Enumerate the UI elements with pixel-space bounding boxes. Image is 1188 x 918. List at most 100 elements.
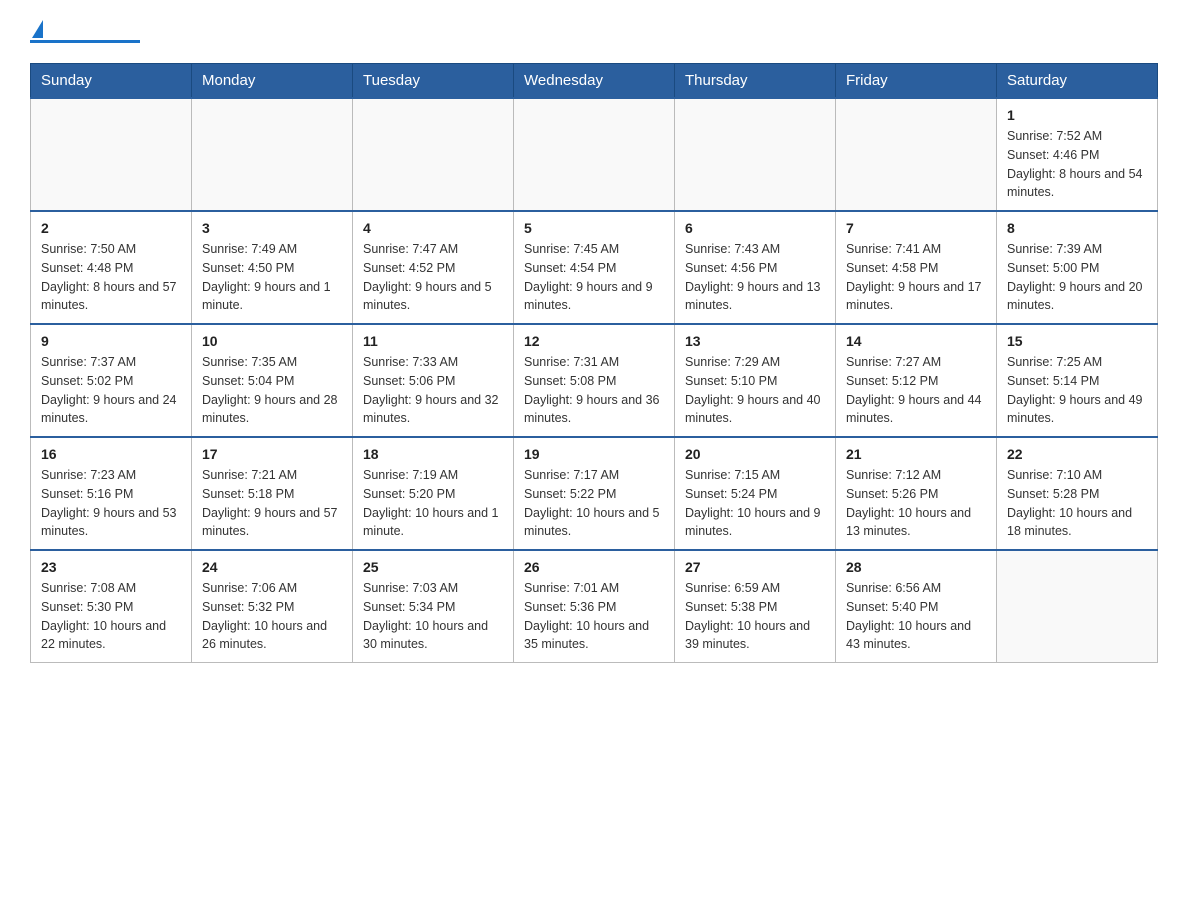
calendar-cell [353,98,514,211]
day-info: Sunrise: 6:59 AMSunset: 5:38 PMDaylight:… [685,579,825,654]
day-of-week-header: Sunday [31,64,192,99]
day-info: Sunrise: 7:01 AMSunset: 5:36 PMDaylight:… [524,579,664,654]
day-number: 13 [685,333,825,349]
calendar-cell: 1 Sunrise: 7:52 AMSunset: 4:46 PMDaylight… [997,98,1158,211]
calendar-cell: 19 Sunrise: 7:17 AMSunset: 5:22 PMDayligh… [514,437,675,550]
day-number: 20 [685,446,825,462]
day-of-week-header: Monday [192,64,353,99]
day-info: Sunrise: 7:52 AMSunset: 4:46 PMDaylight:… [1007,127,1147,202]
day-info: Sunrise: 7:23 AMSunset: 5:16 PMDaylight:… [41,466,181,541]
calendar-cell: 16 Sunrise: 7:23 AMSunset: 5:16 PMDayligh… [31,437,192,550]
calendar-cell: 21 Sunrise: 7:12 AMSunset: 5:26 PMDayligh… [836,437,997,550]
day-number: 22 [1007,446,1147,462]
day-number: 8 [1007,220,1147,236]
day-of-week-header: Friday [836,64,997,99]
day-info: Sunrise: 7:37 AMSunset: 5:02 PMDaylight:… [41,353,181,428]
day-info: Sunrise: 7:08 AMSunset: 5:30 PMDaylight:… [41,579,181,654]
page-header [30,20,1158,43]
day-number: 23 [41,559,181,575]
calendar-cell: 22 Sunrise: 7:10 AMSunset: 5:28 PMDayligh… [997,437,1158,550]
calendar-cell [675,98,836,211]
calendar-cell: 23 Sunrise: 7:08 AMSunset: 5:30 PMDayligh… [31,550,192,663]
week-row: 23 Sunrise: 7:08 AMSunset: 5:30 PMDayligh… [31,550,1158,663]
day-of-week-header: Saturday [997,64,1158,99]
calendar-cell: 18 Sunrise: 7:19 AMSunset: 5:20 PMDayligh… [353,437,514,550]
day-number: 14 [846,333,986,349]
day-info: Sunrise: 7:17 AMSunset: 5:22 PMDaylight:… [524,466,664,541]
calendar-cell: 24Sunrise: 7:06 AMSunset: 5:32 PMDayligh… [192,550,353,663]
day-info: Sunrise: 7:31 AMSunset: 5:08 PMDaylight:… [524,353,664,428]
day-info: Sunrise: 7:41 AMSunset: 4:58 PMDaylight:… [846,240,986,315]
day-number: 15 [1007,333,1147,349]
day-info: Sunrise: 7:15 AMSunset: 5:24 PMDaylight:… [685,466,825,541]
day-info: Sunrise: 7:03 AMSunset: 5:34 PMDaylight:… [363,579,503,654]
day-info: Sunrise: 7:27 AMSunset: 5:12 PMDaylight:… [846,353,986,428]
day-info: Sunrise: 7:21 AMSunset: 5:18 PMDaylight:… [202,466,342,541]
calendar-cell: 12 Sunrise: 7:31 AMSunset: 5:08 PMDayligh… [514,324,675,437]
calendar-cell [997,550,1158,663]
day-number: 27 [685,559,825,575]
day-info: Sunrise: 7:19 AMSunset: 5:20 PMDaylight:… [363,466,503,541]
day-of-week-header: Wednesday [514,64,675,99]
calendar-cell: 13 Sunrise: 7:29 AMSunset: 5:10 PMDayligh… [675,324,836,437]
day-info: Sunrise: 7:47 AMSunset: 4:52 PMDaylight:… [363,240,503,315]
calendar-cell: 20 Sunrise: 7:15 AMSunset: 5:24 PMDayligh… [675,437,836,550]
day-number: 25 [363,559,503,575]
day-number: 2 [41,220,181,236]
day-number: 4 [363,220,503,236]
day-number: 1 [1007,107,1147,123]
calendar-cell: 2 Sunrise: 7:50 AMSunset: 4:48 PMDaylight… [31,211,192,324]
calendar-cell [192,98,353,211]
calendar-cell: 7 Sunrise: 7:41 AMSunset: 4:58 PMDaylight… [836,211,997,324]
calendar-cell: 17 Sunrise: 7:21 AMSunset: 5:18 PMDayligh… [192,437,353,550]
calendar-cell: 11Sunrise: 7:33 AMSunset: 5:06 PMDayligh… [353,324,514,437]
day-number: 21 [846,446,986,462]
day-number: 16 [41,446,181,462]
week-row: 16 Sunrise: 7:23 AMSunset: 5:16 PMDayligh… [31,437,1158,550]
days-header-row: SundayMondayTuesdayWednesdayThursdayFrid… [31,64,1158,99]
day-number: 3 [202,220,342,236]
calendar-cell: 25 Sunrise: 7:03 AMSunset: 5:34 PMDayligh… [353,550,514,663]
day-number: 12 [524,333,664,349]
day-info: Sunrise: 7:29 AMSunset: 5:10 PMDaylight:… [685,353,825,428]
calendar-cell: 5Sunrise: 7:45 AMSunset: 4:54 PMDaylight… [514,211,675,324]
week-row: 1 Sunrise: 7:52 AMSunset: 4:46 PMDaylight… [31,98,1158,211]
calendar-table: SundayMondayTuesdayWednesdayThursdayFrid… [30,63,1158,663]
day-of-week-header: Tuesday [353,64,514,99]
day-info: Sunrise: 7:50 AMSunset: 4:48 PMDaylight:… [41,240,181,315]
calendar-cell: 28Sunrise: 6:56 AMSunset: 5:40 PMDayligh… [836,550,997,663]
calendar-cell: 8 Sunrise: 7:39 AMSunset: 5:00 PMDaylight… [997,211,1158,324]
day-number: 10 [202,333,342,349]
day-info: Sunrise: 7:12 AMSunset: 5:26 PMDaylight:… [846,466,986,541]
day-number: 5 [524,220,664,236]
calendar-cell: 14 Sunrise: 7:27 AMSunset: 5:12 PMDayligh… [836,324,997,437]
calendar-cell [836,98,997,211]
calendar-cell: 9 Sunrise: 7:37 AMSunset: 5:02 PMDaylight… [31,324,192,437]
day-number: 28 [846,559,986,575]
day-info: Sunrise: 7:39 AMSunset: 5:00 PMDaylight:… [1007,240,1147,315]
day-number: 7 [846,220,986,236]
calendar-cell [514,98,675,211]
day-of-week-header: Thursday [675,64,836,99]
calendar-cell: 6 Sunrise: 7:43 AMSunset: 4:56 PMDaylight… [675,211,836,324]
day-number: 19 [524,446,664,462]
day-number: 9 [41,333,181,349]
day-info: Sunrise: 7:25 AMSunset: 5:14 PMDaylight:… [1007,353,1147,428]
calendar-cell: 15 Sunrise: 7:25 AMSunset: 5:14 PMDayligh… [997,324,1158,437]
day-number: 6 [685,220,825,236]
day-info: Sunrise: 7:49 AMSunset: 4:50 PMDaylight:… [202,240,342,315]
calendar-cell: 4 Sunrise: 7:47 AMSunset: 4:52 PMDaylight… [353,211,514,324]
calendar-cell: 3 Sunrise: 7:49 AMSunset: 4:50 PMDaylight… [192,211,353,324]
day-number: 17 [202,446,342,462]
week-row: 9 Sunrise: 7:37 AMSunset: 5:02 PMDaylight… [31,324,1158,437]
day-number: 11 [363,333,503,349]
day-info: Sunrise: 7:10 AMSunset: 5:28 PMDaylight:… [1007,466,1147,541]
day-info: Sunrise: 7:35 AMSunset: 5:04 PMDaylight:… [202,353,342,428]
calendar-cell: 27 Sunrise: 6:59 AMSunset: 5:38 PMDayligh… [675,550,836,663]
calendar-cell: 26 Sunrise: 7:01 AMSunset: 5:36 PMDayligh… [514,550,675,663]
week-row: 2 Sunrise: 7:50 AMSunset: 4:48 PMDaylight… [31,211,1158,324]
day-info: Sunrise: 7:06 AMSunset: 5:32 PMDaylight:… [202,579,342,654]
day-info: Sunrise: 7:43 AMSunset: 4:56 PMDaylight:… [685,240,825,315]
day-number: 18 [363,446,503,462]
day-number: 26 [524,559,664,575]
